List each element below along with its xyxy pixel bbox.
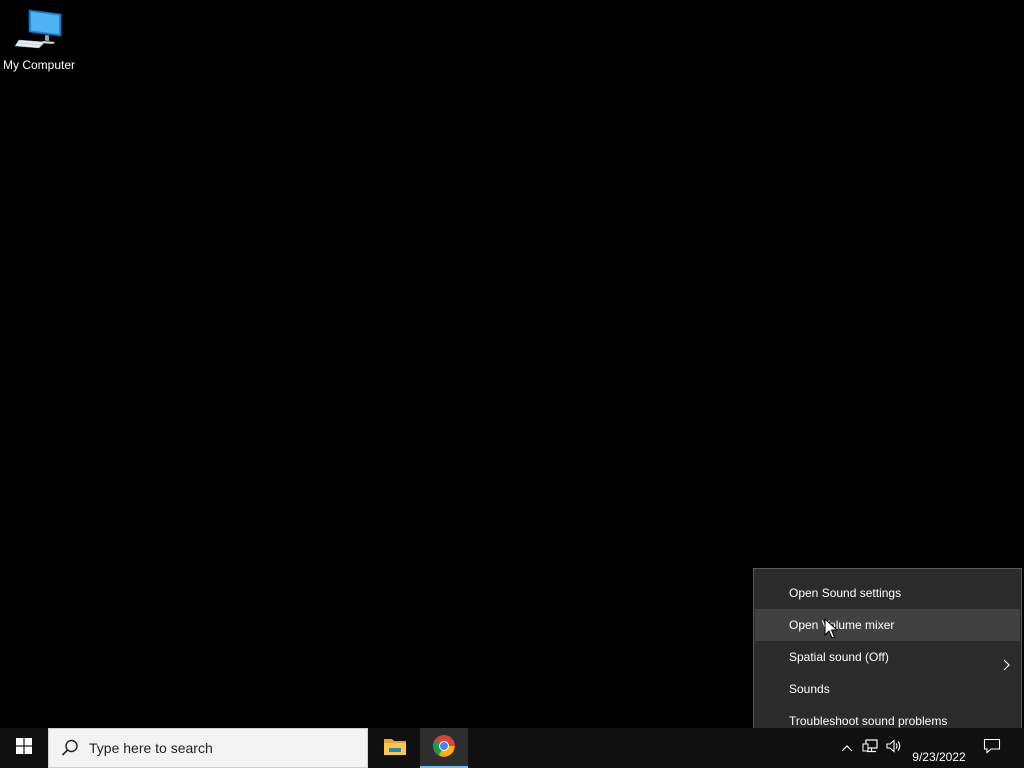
volume-icon [886, 738, 902, 758]
menu-item-spatial-sound[interactable]: Spatial sound (Off) [755, 641, 1020, 673]
menu-item-open-sound-settings[interactable]: Open Sound settings [755, 577, 1020, 609]
show-hidden-icons-button[interactable] [838, 728, 856, 768]
taskbar-app-chrome[interactable] [420, 728, 468, 768]
action-center-button[interactable] [978, 728, 1006, 768]
menu-item-label: Open Sound settings [789, 586, 902, 600]
chevron-right-icon [1000, 651, 1012, 671]
my-computer-icon [14, 6, 63, 54]
menu-item-sounds[interactable]: Sounds [755, 673, 1020, 705]
menu-item-label: Spatial sound (Off) [789, 650, 889, 664]
taskbar-search-box[interactable]: Type here to search [48, 728, 368, 768]
network-tray-button[interactable] [860, 728, 882, 768]
windows-logo-icon [16, 737, 32, 759]
taskbar: Type here to search 9/23/2022 [0, 728, 1024, 768]
network-icon [862, 738, 880, 759]
tray-date[interactable]: 9/23/2022 [906, 728, 972, 768]
chrome-icon [432, 734, 456, 763]
start-button[interactable] [0, 728, 48, 768]
menu-item-label: Open Volume mixer [789, 618, 895, 632]
menu-item-label: Troubleshoot sound problems [789, 714, 948, 728]
search-placeholder: Type here to search [89, 740, 213, 756]
search-icon [60, 738, 80, 758]
notification-icon [983, 738, 1001, 759]
menu-item-open-volume-mixer[interactable]: Open Volume mixer [755, 609, 1020, 641]
chevron-up-icon [841, 739, 853, 757]
sound-context-menu: Open Sound settings Open Volume mixer Sp… [753, 568, 1022, 744]
desktop-icon-label: My Computer [2, 58, 76, 72]
volume-tray-button[interactable] [884, 728, 904, 768]
desktop-icon-my-computer[interactable]: My Computer [0, 6, 78, 76]
menu-item-label: Sounds [789, 682, 830, 696]
file-explorer-icon [383, 736, 407, 761]
taskbar-app-file-explorer[interactable] [371, 728, 419, 768]
